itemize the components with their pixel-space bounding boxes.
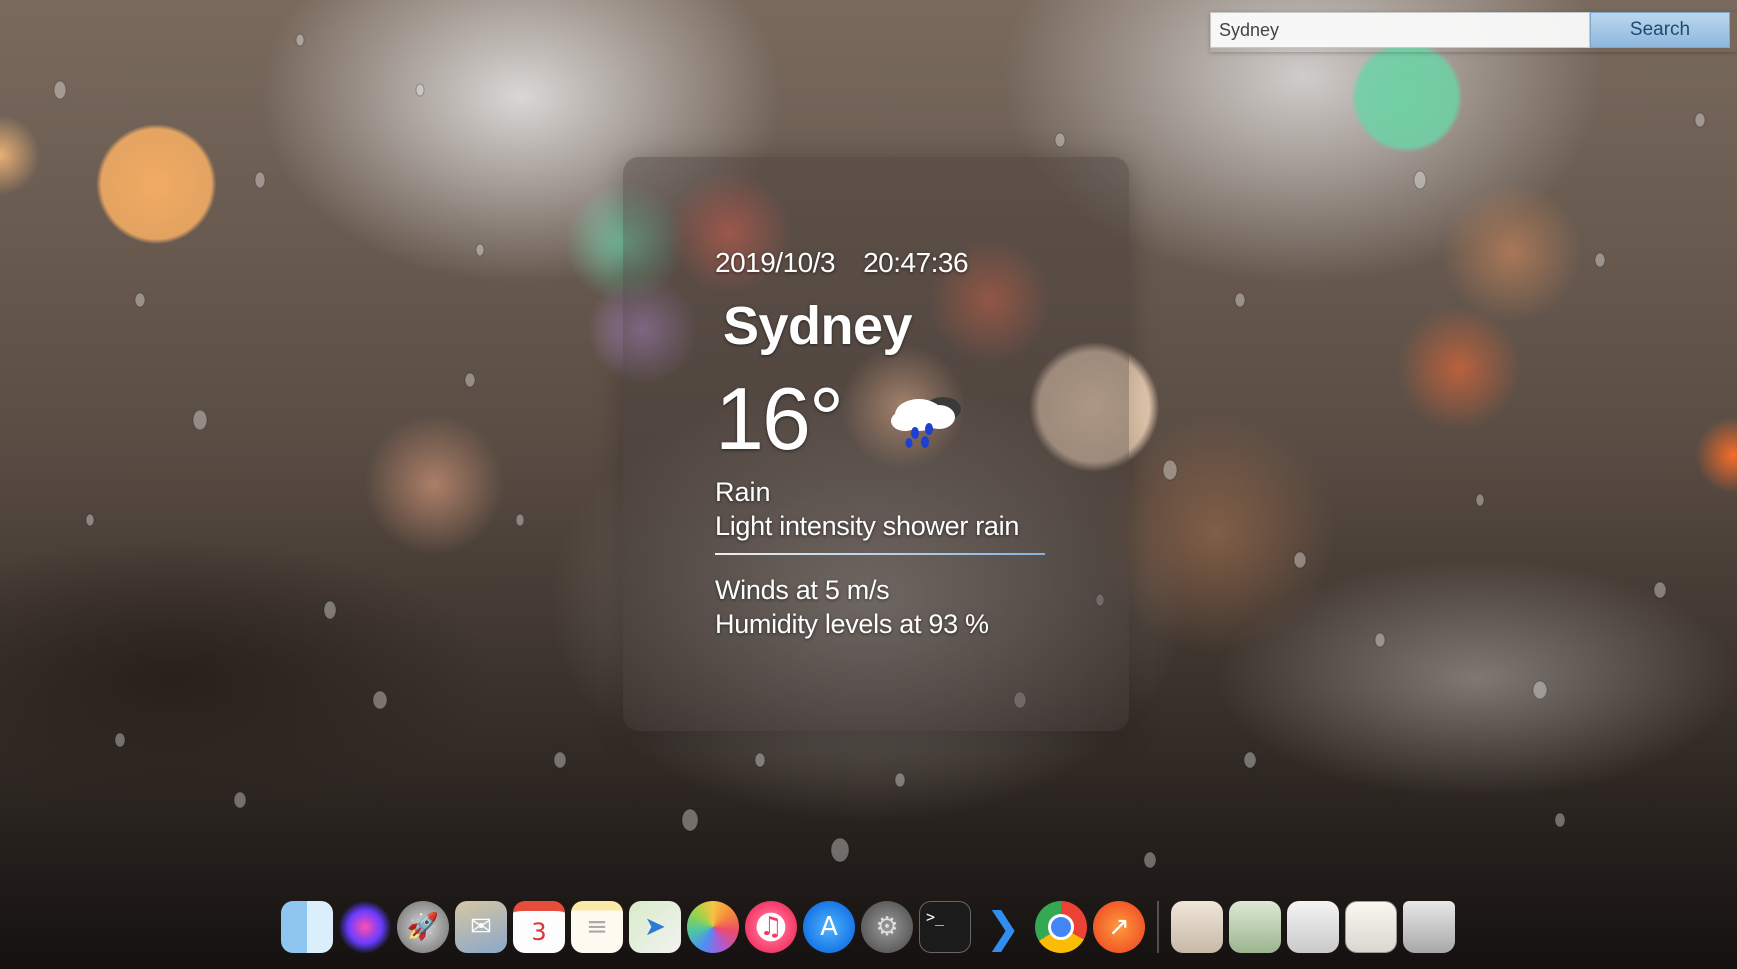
condition-description: Light intensity shower rain (715, 511, 1020, 541)
folder-icon[interactable] (1287, 901, 1339, 953)
wind-speed: Winds at 5 m/s (715, 575, 890, 605)
trash-icon[interactable] (1403, 901, 1455, 953)
dock-separator (1157, 901, 1159, 953)
date-text: 2019/10/3 (715, 247, 836, 278)
maps-icon[interactable]: ➤ (629, 901, 681, 953)
condition-main: Rain (715, 477, 771, 507)
folder-icon[interactable] (1171, 901, 1223, 953)
humidity: Humidity levels at 93 % (715, 609, 989, 639)
swift-icon[interactable]: ↗ (1093, 901, 1145, 953)
divider (715, 553, 1045, 555)
rain-cloud-icon (891, 397, 961, 448)
date-time: 2019/10/3 20:47:36 (715, 247, 969, 279)
notes-icon[interactable]: ≡ (571, 901, 623, 953)
finder-icon[interactable] (281, 901, 333, 953)
time-text: 20:47:36 (863, 247, 969, 278)
search-input[interactable] (1210, 12, 1590, 48)
terminal-icon[interactable]: >_ (919, 901, 971, 953)
app-store-icon[interactable]: A (803, 901, 855, 953)
documents-icon[interactable] (1345, 901, 1397, 953)
search-button[interactable]: Search (1590, 12, 1730, 48)
photos-icon[interactable] (687, 901, 739, 953)
mail-icon[interactable]: ✉ (455, 901, 507, 953)
dock: 🚀 ✉ 3 ≡ ➤ ♫ A ⚙ >_ ❯ ↗ (278, 888, 1458, 966)
vscode-icon[interactable]: ❯ (977, 901, 1029, 953)
calendar-icon[interactable]: 3 (513, 901, 565, 953)
search-bar: Search (1210, 12, 1737, 52)
temperature: 16° (715, 369, 844, 468)
weather-card: 2019/10/3 20:47:36 Sydney 16° Rain Light … (623, 157, 1129, 731)
system-preferences-icon[interactable]: ⚙ (861, 901, 913, 953)
music-icon[interactable]: ♫ (745, 901, 797, 953)
launchpad-icon[interactable]: 🚀 (397, 901, 449, 953)
calendar-day: 3 (531, 918, 547, 946)
city-name: Sydney (723, 296, 913, 356)
chrome-icon[interactable] (1035, 901, 1087, 953)
folder-icon[interactable] (1229, 901, 1281, 953)
siri-icon[interactable] (339, 901, 391, 953)
